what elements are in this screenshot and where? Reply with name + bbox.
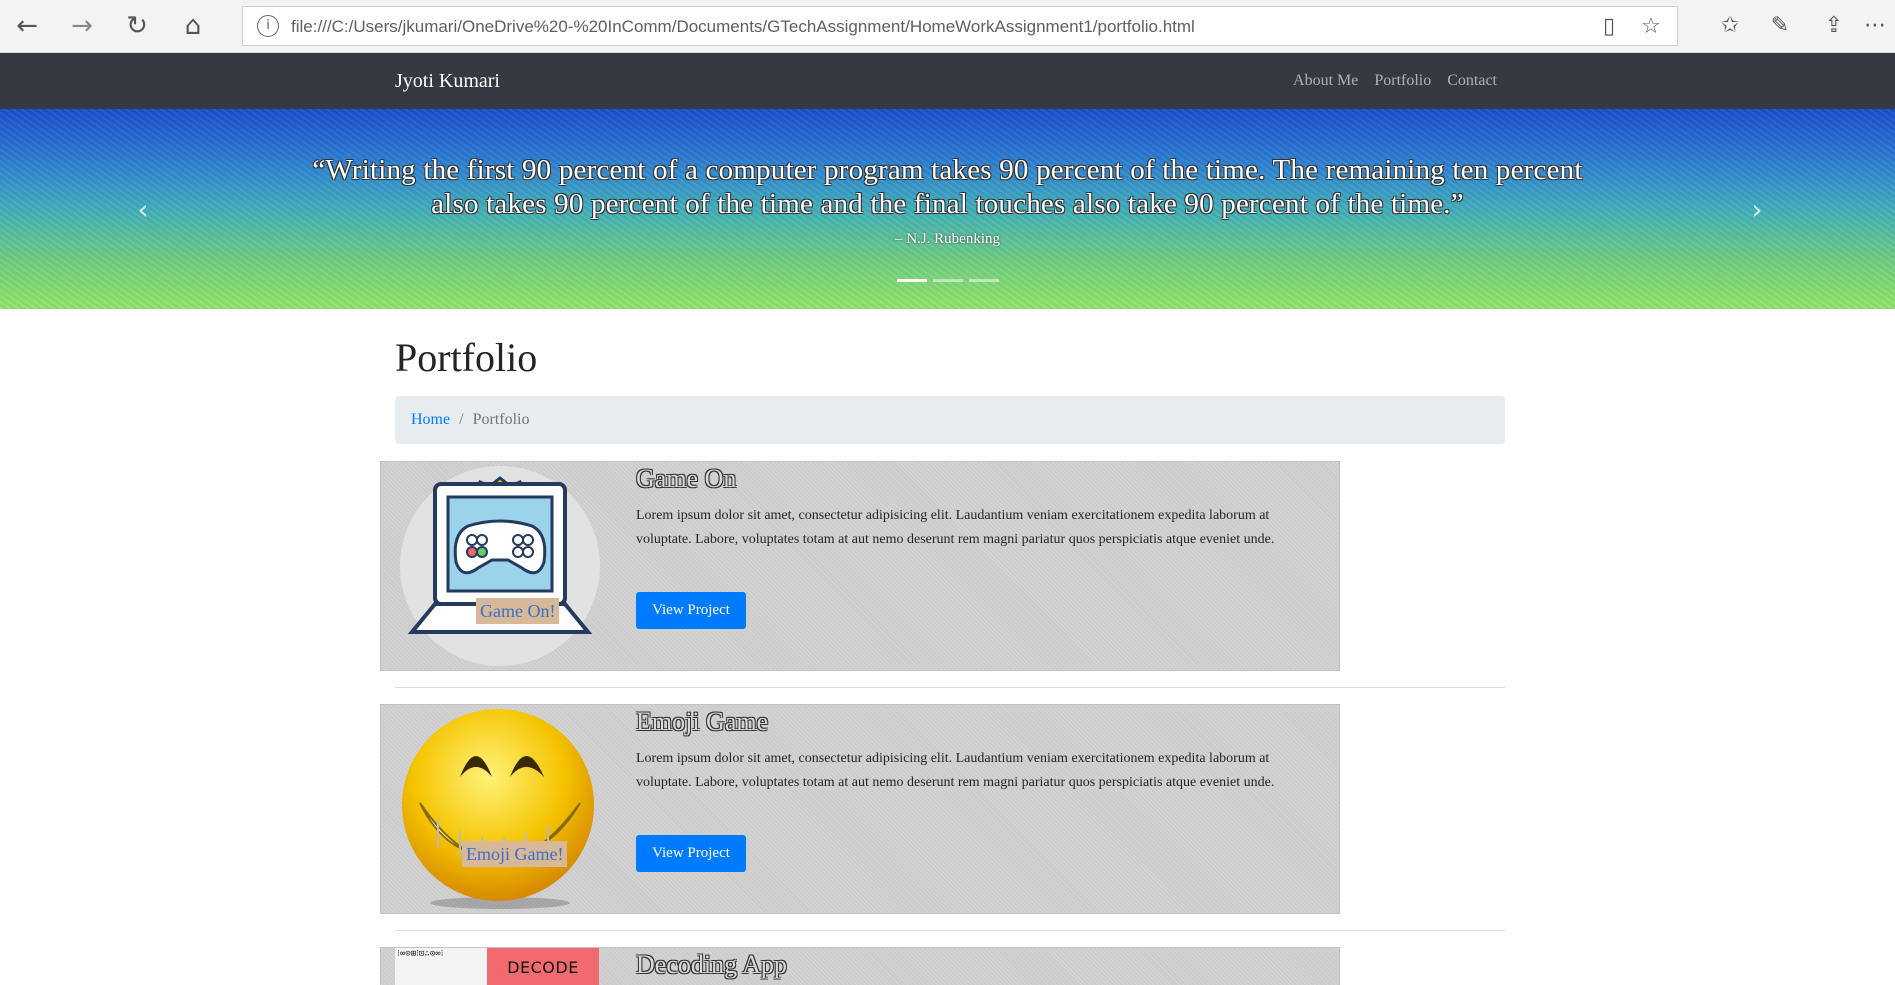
url-text[interactable]: file:///C:/Users/jkumari/OneDrive%20-%20… <box>291 7 1195 47</box>
browser-toolbar: ← → ↻ ⌂ i file:///C:/Users/jkumari/OneDr… <box>0 0 1895 53</box>
site-navbar: Jyoti Kumari About Me Portfolio Contact <box>0 53 1895 109</box>
breadcrumb-separator: / <box>459 411 464 428</box>
star-icon[interactable]: ☆ <box>1635 11 1667 43</box>
project-card-emoji-game: Emoji Game! Emoji Game Lorem ipsum dolor… <box>380 704 1340 914</box>
carousel-quote-author: – N.J. Rubenking <box>895 231 1000 247</box>
carousel-indicator-2[interactable] <box>932 279 963 282</box>
project-description-game-on: Lorem ipsum dolor sit amet, consectetur … <box>636 508 1275 547</box>
project-divider <box>395 687 1505 688</box>
emoji-game-image-caption: Emoji Game! <box>462 841 568 867</box>
cipher-glyphs: ⁝∞⊙⊞⁝⊡∴⊙∞⁝ <box>395 948 487 985</box>
nav-link-about-me[interactable]: About Me <box>1293 72 1358 90</box>
carousel-quote-line-2: also takes 90 percent of the time and th… <box>431 188 1464 220</box>
refresh-icon[interactable]: ↻ <box>120 10 154 42</box>
page-title: Portfolio <box>395 335 538 380</box>
project-description-emoji-game: Lorem ipsum dolor sit amet, consectetur … <box>636 751 1275 790</box>
project-card-decoding-app: ⁝∞⊙⊞⁝⊡∴⊙∞⁝ DECODE YOUR Decoding App <box>380 947 1340 985</box>
decode-your-image-caption: DECODE YOUR <box>487 948 599 985</box>
forward-arrow-icon[interactable]: → <box>65 10 99 42</box>
laughing-emoji-image: Emoji Game! <box>398 707 603 912</box>
carousel-quote: “Writing the first 90 percent of a compu… <box>290 153 1605 221</box>
favorites-list-icon[interactable]: ✩ <box>1712 10 1748 42</box>
view-project-button-game-on[interactable]: View Project <box>636 592 746 629</box>
project-divider <box>395 930 1505 931</box>
info-icon[interactable]: i <box>257 15 279 37</box>
reading-view-icon[interactable]: ▯ <box>1593 11 1625 43</box>
pen-icon[interactable]: ✎ <box>1762 10 1798 42</box>
project-card-game-on: Game On! Game On Lorem ipsum dolor sit a… <box>380 461 1340 671</box>
back-arrow-icon[interactable]: ← <box>10 10 44 42</box>
project-title-emoji-game: Emoji Game <box>636 707 769 736</box>
carousel-next-icon[interactable]: › <box>1742 195 1772 225</box>
quote-carousel: “Writing the first 90 percent of a compu… <box>0 109 1895 309</box>
navbar-brand[interactable]: Jyoti Kumari <box>395 53 500 109</box>
carousel-prev-icon[interactable]: ‹ <box>128 195 158 225</box>
breadcrumb: Home / Portfolio <box>395 396 1505 444</box>
project-title-decoding-app: Decoding App <box>636 950 787 979</box>
carousel-indicator-3[interactable] <box>968 279 999 282</box>
nav-link-contact[interactable]: Contact <box>1447 72 1497 90</box>
project-title-game-on: Game On <box>636 464 737 493</box>
home-icon[interactable]: ⌂ <box>176 10 210 42</box>
breadcrumb-current: Portfolio <box>472 411 530 428</box>
carousel-indicator-1[interactable] <box>896 279 927 282</box>
game-on-image-caption: Game On! <box>476 598 560 624</box>
carousel-quote-line-1: “Writing the first 90 percent of a compu… <box>312 154 1583 186</box>
breadcrumb-home-link[interactable]: Home <box>411 411 450 429</box>
carousel-indicators <box>0 279 1895 282</box>
game-controller-image: Game On! <box>398 464 603 669</box>
more-icon[interactable]: ⋯ <box>1860 10 1890 42</box>
nav-link-portfolio[interactable]: Portfolio <box>1374 72 1431 90</box>
decode-your-image: ⁝∞⊙⊞⁝⊡∴⊙∞⁝ DECODE YOUR <box>395 948 605 985</box>
navbar-links: About Me Portfolio Contact <box>1293 53 1497 109</box>
address-bar[interactable]: i file:///C:/Users/jkumari/OneDrive%20-%… <box>242 6 1678 46</box>
share-icon[interactable]: ⇪ <box>1816 10 1852 42</box>
view-project-button-emoji-game[interactable]: View Project <box>636 835 746 872</box>
